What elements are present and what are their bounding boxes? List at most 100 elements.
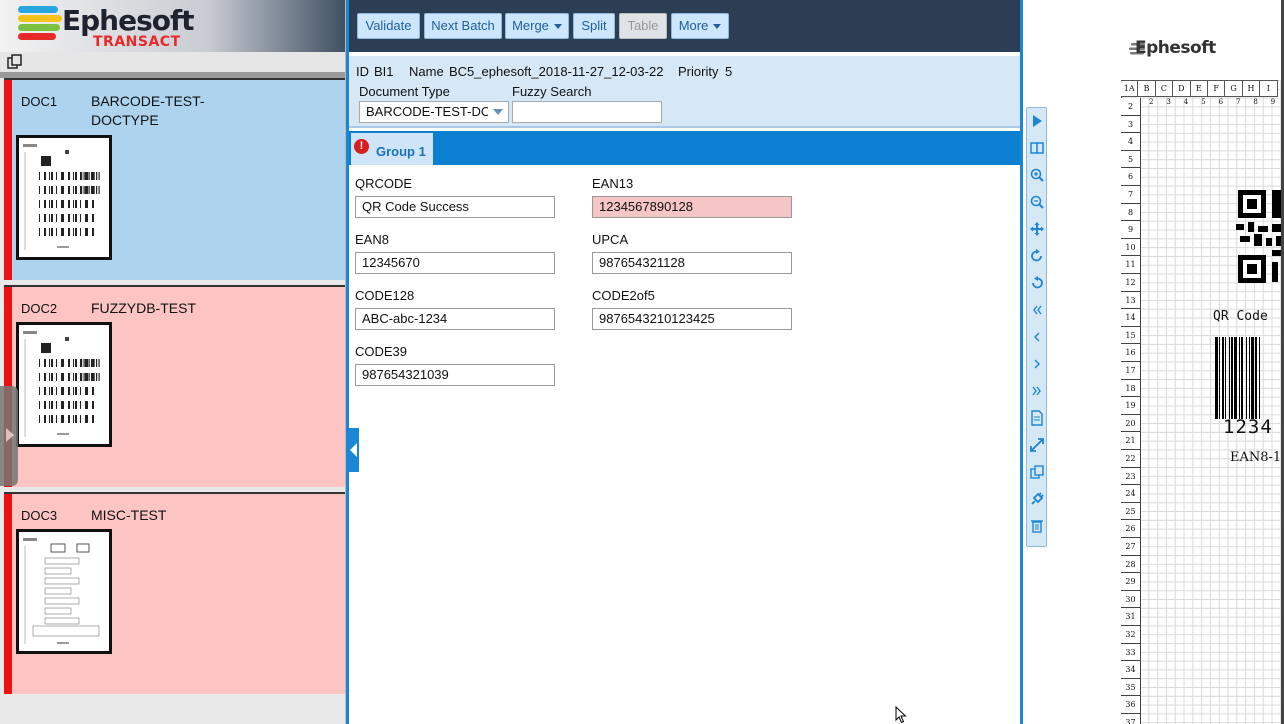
rotate-left-icon[interactable] — [1029, 275, 1045, 291]
grid-row-number: 29 — [1121, 573, 1141, 591]
field-input-code128[interactable]: ABC-abc-1234 — [355, 308, 555, 330]
grid-row-number: 14 — [1121, 309, 1141, 327]
grid-row-number: 9 — [1121, 221, 1141, 239]
dropdown-arrow-icon[interactable] — [488, 102, 508, 122]
rotate-right-icon[interactable] — [1029, 248, 1045, 264]
field-label-upca: UPCA — [592, 232, 629, 247]
document-type: FUZZYDB-TEST — [91, 300, 196, 316]
more-button[interactable]: More — [671, 13, 729, 39]
field-input-code2of5[interactable]: 9876543210123425 — [592, 308, 792, 330]
grid-row-number: 4 — [1121, 133, 1141, 151]
grid-row-number: 23 — [1121, 467, 1141, 486]
grid-row-number: 15 — [1121, 326, 1141, 345]
split-button-label: Split — [581, 18, 607, 33]
table-button-label: Table — [627, 18, 659, 33]
grid-row-number: 2 — [1121, 98, 1141, 116]
batch-id-value: BI1 — [374, 64, 394, 79]
document-thumbnail[interactable] — [16, 135, 112, 260]
document-icon[interactable] — [1029, 410, 1045, 426]
grid-row-number: 3 — [1121, 115, 1141, 134]
viewer-logo-text: Ephesoft — [1135, 38, 1216, 58]
grid-column-number: 9 — [1270, 98, 1276, 106]
thumbnail-sketch — [19, 325, 109, 444]
field-label-qrcode: QRCODE — [355, 176, 413, 191]
document-id: DOC1 — [21, 94, 58, 109]
last-page-icon[interactable] — [1029, 383, 1045, 399]
grid-row-number: 25 — [1121, 502, 1141, 521]
grid-row-number: 16 — [1121, 344, 1141, 362]
merge-button-label: Merge — [512, 18, 549, 33]
grid-row-number: 8 — [1121, 203, 1141, 222]
next-batch-button[interactable]: Next Batch — [424, 13, 502, 39]
field-input-ean8[interactable]: 12345670 — [355, 252, 555, 274]
grid-row-number: 20 — [1121, 414, 1141, 433]
play-icon[interactable] — [1029, 113, 1045, 129]
document-type: BARCODE-TEST-DOCTYPE — [91, 93, 205, 128]
chevron-left-icon — [350, 443, 357, 457]
fit-icon[interactable] — [1029, 437, 1045, 453]
split-button[interactable]: Split — [573, 13, 615, 39]
zoom-out-icon[interactable] — [1029, 194, 1045, 210]
fuzzy-search-label: Fuzzy Search — [512, 84, 592, 99]
document-thumbnail[interactable] — [16, 322, 112, 447]
field-label-code39: CODE39 — [355, 344, 408, 359]
chevron-right-icon — [6, 428, 14, 442]
mouse-cursor-icon — [895, 706, 907, 724]
document-card-doc1[interactable]: DOC1 BARCODE-TEST-DOCTYPE — [4, 78, 345, 280]
grid-row-number: 37 — [1121, 714, 1141, 724]
chevron-down-icon — [553, 24, 562, 30]
first-page-icon[interactable] — [1029, 302, 1045, 318]
validate-button[interactable]: Validate — [357, 13, 420, 39]
delete-icon[interactable] — [1029, 518, 1045, 534]
document-type-select[interactable]: BARCODE-TEST-DOCTYPE — [359, 101, 509, 123]
document-id: DOC3 — [21, 508, 58, 523]
copy-icon[interactable] — [1029, 464, 1045, 480]
fuzzy-search-input[interactable] — [512, 101, 662, 123]
split-view-icon[interactable] — [1029, 140, 1045, 156]
alert-icon: ! — [354, 139, 369, 154]
document-list-panel: Ephesoft TRANSACT DOC1 BARCODE-TEST-DOCT… — [0, 0, 346, 724]
plugin-icon[interactable] — [1029, 491, 1045, 507]
collapse-panel-handle[interactable] — [349, 428, 359, 472]
document-card-doc3[interactable]: DOC3 MISC-TEST — [4, 492, 345, 694]
next-page-icon[interactable] — [1029, 356, 1045, 372]
document-page: Ephesoft QR Code 1234 EAN8-1 1A B C D E … — [1047, 0, 1284, 724]
grid-column-number: 4 — [1183, 98, 1189, 106]
copy-icon[interactable] — [6, 54, 24, 70]
grid-row-number: 36 — [1121, 696, 1141, 714]
batch-name-label: Name — [409, 64, 444, 79]
grid-row-number: 13 — [1121, 291, 1141, 310]
document-card-doc2[interactable]: DOC2 FUZZYDB-TEST — [4, 285, 345, 487]
grid-column-number: 8 — [1253, 98, 1258, 106]
expand-panel-handle[interactable] — [0, 386, 18, 486]
field-label-code2of5: CODE2of5 — [592, 288, 655, 303]
field-label-ean8: EAN8 — [355, 232, 389, 247]
document-status-bar — [4, 494, 12, 694]
grid-column-number: 2 — [1149, 98, 1154, 106]
previous-page-icon[interactable] — [1029, 329, 1045, 345]
grid-row-number: 24 — [1121, 485, 1141, 503]
table-button[interactable]: Table — [619, 13, 667, 39]
field-input-ean13[interactable]: 1234567890128 — [592, 196, 792, 218]
app-window: Ephesoft TRANSACT DOC1 BARCODE-TEST-DOCT… — [0, 0, 1284, 724]
document-thumbnail[interactable] — [16, 529, 112, 654]
tab-group-1[interactable]: ! Group 1 — [351, 133, 433, 165]
grid-row-number: 30 — [1121, 590, 1141, 609]
field-label-ean13: EAN13 — [592, 176, 634, 191]
barcode-number: 1234 — [1223, 416, 1273, 438]
field-input-upca[interactable]: 987654321128 — [592, 252, 792, 274]
grid-row-number: 17 — [1121, 362, 1141, 380]
thumbnail-sketch — [19, 532, 109, 651]
document-viewer: Ephesoft QR Code 1234 EAN8-1 1A B C D E … — [1026, 0, 1284, 724]
field-input-code39[interactable]: 987654321039 — [355, 364, 555, 386]
merge-button[interactable]: Merge — [505, 13, 569, 39]
grid-column-header: H — [1242, 80, 1261, 97]
qr-code-image — [1236, 190, 1284, 283]
batch-name-value: BC5_ephesoft_2018-11-27_12-03-22 — [449, 64, 664, 79]
grid-row-number: 27 — [1121, 538, 1141, 556]
document-id: DOC2 — [21, 301, 58, 316]
grid-row-number: 26 — [1121, 520, 1141, 538]
field-input-qrcode[interactable]: QR Code Success — [355, 196, 555, 218]
move-icon[interactable] — [1029, 221, 1045, 237]
zoom-in-icon[interactable] — [1029, 167, 1045, 183]
